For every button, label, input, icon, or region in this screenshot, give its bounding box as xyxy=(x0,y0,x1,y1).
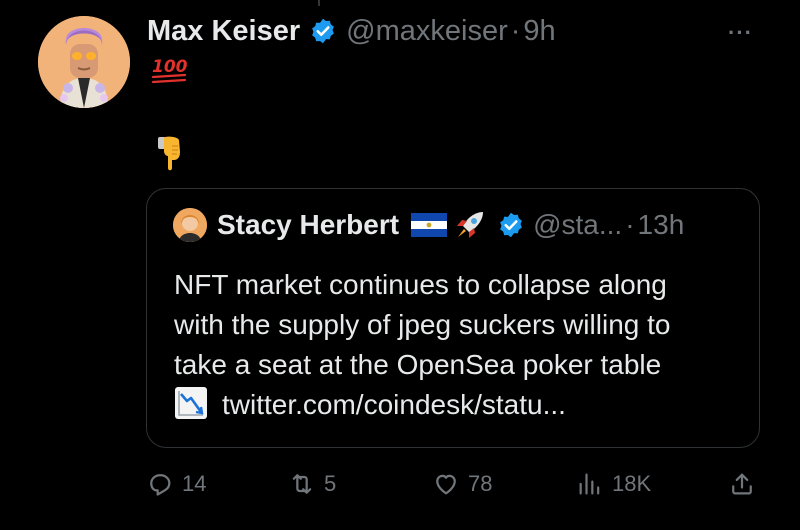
share-icon xyxy=(732,473,752,495)
quoted-tweet-card[interactable]: Stacy Herbert @sta... · 13h NFT market c… xyxy=(146,188,760,448)
quoted-tweet-text: NFT market continues to collapse along w… xyxy=(174,265,749,425)
reply-button[interactable]: 14 xyxy=(146,464,206,504)
chart-decreasing-emoji-icon xyxy=(175,387,207,419)
el-salvador-flag-icon xyxy=(411,213,448,237)
tweet-timestamp[interactable]: 9h xyxy=(523,15,555,48)
rocket-emoji-icon xyxy=(457,212,484,238)
author-avatar[interactable] xyxy=(38,16,130,108)
like-count: 78 xyxy=(468,471,493,496)
reply-icon xyxy=(150,474,171,496)
retweet-icon xyxy=(292,474,312,494)
thread-connector xyxy=(318,0,320,6)
retweet-count: 5 xyxy=(324,471,337,496)
quoted-separator-dot: · xyxy=(625,209,635,240)
separator-dot: · xyxy=(510,14,521,47)
retweet-button[interactable]: 5 xyxy=(288,464,336,504)
more-options-icon[interactable]: ··· xyxy=(728,20,753,46)
pointing-down-emoji-icon xyxy=(158,136,180,171)
views-count: 18K xyxy=(612,471,652,496)
quoted-tweet-timestamp[interactable]: 13h xyxy=(638,209,685,241)
views-chart-icon xyxy=(579,473,600,495)
svg-text:100: 100 xyxy=(152,57,188,77)
like-button[interactable]: 78 xyxy=(432,464,492,504)
author-handle[interactable]: @maxkeiser xyxy=(346,15,508,48)
quoted-link-line: twitter.com/coindesk/statu... xyxy=(174,385,749,425)
views-button[interactable]: 18K xyxy=(576,464,651,504)
avatar-illustration xyxy=(38,16,130,108)
quoted-author-handle[interactable]: @sta... xyxy=(533,209,622,241)
heart-icon xyxy=(436,474,456,495)
quoted-author-avatar xyxy=(173,208,207,242)
author-name[interactable]: Max Keiser xyxy=(147,15,300,48)
verified-badge-icon xyxy=(312,18,335,44)
quoted-verified-badge-icon xyxy=(500,212,522,238)
quoted-text-line: with the supply of jpeg suckers willing … xyxy=(174,309,671,340)
tweet-action-bar: 14 5 78 18K xyxy=(0,464,800,504)
tweet-header: Max Keiser @maxkeiser · 9h xyxy=(147,10,556,52)
share-button[interactable] xyxy=(728,464,756,504)
100-emoji-icon: 100 xyxy=(151,57,188,84)
reply-count: 14 xyxy=(182,471,207,496)
quoted-text-line: NFT market continues to collapse along xyxy=(174,269,667,300)
quoted-tweet-header: Stacy Herbert @sta... · 13h xyxy=(173,205,684,245)
quoted-text-line: take a seat at the OpenSea poker table xyxy=(174,349,662,380)
quoted-link[interactable]: twitter.com/coindesk/statu... xyxy=(222,389,566,420)
quoted-author-name[interactable]: Stacy Herbert xyxy=(217,209,399,241)
